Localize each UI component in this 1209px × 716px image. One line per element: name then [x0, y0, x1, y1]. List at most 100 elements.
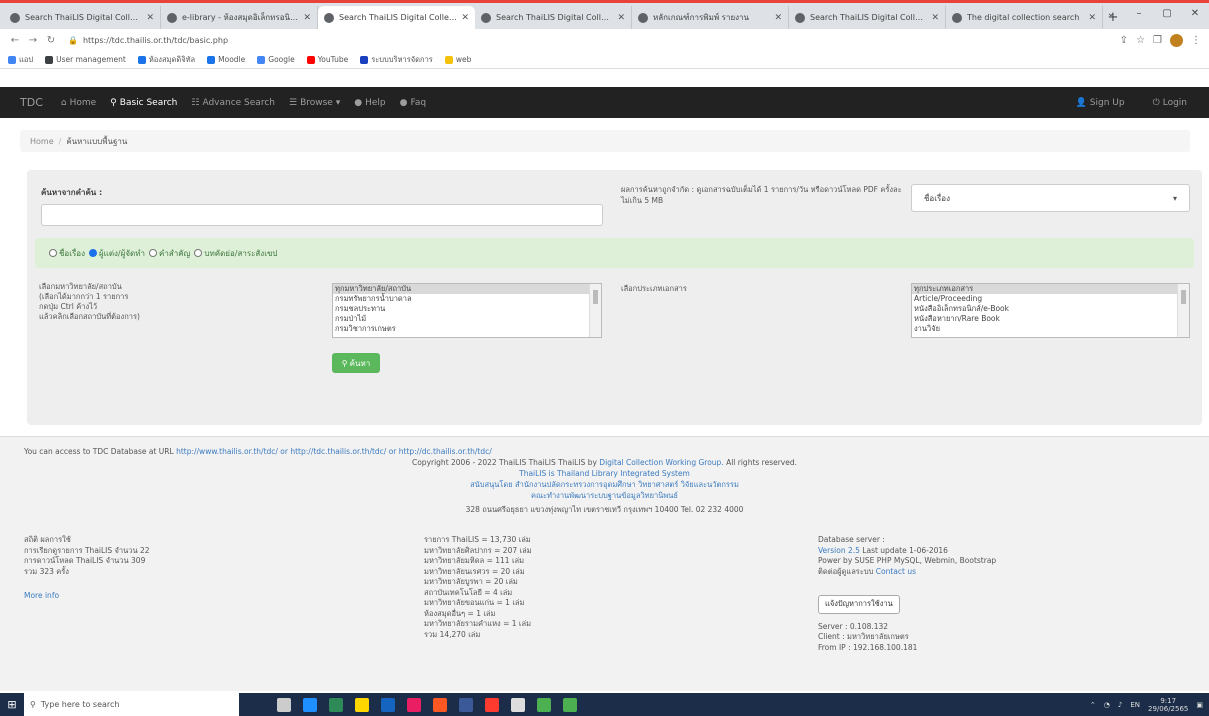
- listbox-option[interactable]: งานวิจัย: [912, 324, 1189, 334]
- browser-tab[interactable]: Search ThaiLIS Digital Collecti ✕: [789, 6, 946, 29]
- access-urls-link[interactable]: http://www.thailis.or.th/tdc/ or http://…: [176, 447, 492, 456]
- taskbar-app-icon[interactable]: [407, 697, 421, 712]
- nav-item[interactable]: ☰ Browse ▾: [289, 98, 340, 108]
- bookmark-item[interactable]: ระบบบริหารจัดการ: [360, 54, 433, 66]
- reload-icon[interactable]: ↻: [44, 35, 58, 46]
- listbox-option[interactable]: หนังสือหายาก/Rare Book: [912, 314, 1189, 324]
- radio-dot[interactable]: [148, 249, 157, 257]
- nav-item[interactable]: ⚲ Basic Search: [110, 98, 177, 108]
- taskbar-app-icon[interactable]: [537, 697, 551, 712]
- nav-item[interactable]: ● Faq: [400, 98, 426, 108]
- site-brand[interactable]: TDC: [20, 96, 43, 109]
- share-icon[interactable]: ⇪: [1120, 35, 1128, 46]
- tray-chevron-icon[interactable]: ⌃: [1090, 701, 1096, 709]
- radio-dot[interactable]: [88, 249, 97, 257]
- taskbar-search[interactable]: ⚲ Type here to search: [24, 693, 239, 716]
- browser-tab[interactable]: Search ThaiLIS Digital Collecti ✕: [475, 6, 632, 29]
- login-link[interactable]: ⏻ Login: [1153, 98, 1187, 108]
- browser-tab[interactable]: e-library - ห้องสมุดอิเล็กทรอนิกส์ ✕: [161, 6, 318, 29]
- report-problem-button[interactable]: แจ้งปัญหาการใช้งาน: [818, 595, 900, 614]
- listbox-option[interactable]: ทุกประเภทเอกสาร: [912, 284, 1189, 294]
- keyword-input[interactable]: [41, 204, 603, 226]
- nav-item[interactable]: ⌂ Home: [61, 98, 96, 108]
- listbox-scrollbar[interactable]: [1177, 284, 1189, 337]
- profile-avatar[interactable]: [1170, 33, 1183, 47]
- taskbar-app-icon[interactable]: [433, 697, 447, 712]
- star-icon[interactable]: ☆: [1136, 35, 1145, 46]
- listbox-option[interactable]: กรมทรัพยากรน้ำบาดาล: [333, 294, 601, 304]
- close-tab-icon[interactable]: ✕: [617, 13, 625, 23]
- windows-start-icon[interactable]: ⊞: [0, 693, 24, 716]
- search-field-radio[interactable]: คำสำคัญ: [148, 247, 190, 260]
- tab-search-button[interactable]: ⌄: [1097, 8, 1125, 19]
- more-info-link[interactable]: More info: [24, 591, 150, 602]
- notification-icon[interactable]: ▣: [1196, 701, 1203, 709]
- contact-link[interactable]: Contact us: [876, 567, 916, 576]
- back-icon[interactable]: ←: [8, 35, 22, 46]
- close-window-button[interactable]: ✕: [1181, 8, 1209, 19]
- search-field-radio[interactable]: ผู้แต่ง/ผู้จัดทำ: [88, 247, 145, 260]
- minimize-button[interactable]: –: [1125, 8, 1153, 19]
- close-tab-icon[interactable]: ✕: [1088, 13, 1096, 23]
- institution-listbox[interactable]: ทุกมหาวิทยาลัย/สถาบัน กรมทรัพยากรน้ำบาดาล…: [332, 283, 602, 338]
- copyright-link[interactable]: Digital Collection Working Group.: [599, 458, 723, 467]
- taskbar-app-icon[interactable]: [485, 697, 499, 712]
- language-indicator[interactable]: EN: [1130, 701, 1140, 709]
- radio-dot[interactable]: [194, 249, 203, 257]
- bookmark-item[interactable]: User management: [45, 55, 126, 64]
- browser-tab[interactable]: The digital collection search ✕: [946, 6, 1103, 29]
- org-link-1[interactable]: สนับสนุนโดย สำนักงานปลัดกระทรวงการอุดมศึ…: [470, 480, 739, 489]
- taskbar-app-icon[interactable]: [511, 697, 525, 712]
- close-tab-icon[interactable]: ✕: [146, 13, 154, 23]
- listbox-option[interactable]: กรมชลประทาน: [333, 304, 601, 314]
- bookmark-item[interactable]: แอป: [8, 54, 33, 66]
- system-link[interactable]: ThaiLIS is Thailand Library Integrated S…: [519, 469, 690, 478]
- close-tab-icon[interactable]: ✕: [303, 13, 311, 23]
- taskbar-app-icon[interactable]: [329, 697, 343, 712]
- taskbar-app-icon[interactable]: [563, 697, 577, 712]
- listbox-scrollbar[interactable]: [589, 284, 601, 337]
- nav-item[interactable]: ● Help: [354, 98, 385, 108]
- radio-dot[interactable]: [49, 249, 57, 257]
- search-field-radio[interactable]: บทคัดย่อ/สาระสังเขป: [194, 247, 277, 260]
- field-select[interactable]: ชื่อเรื่อง ▾: [911, 184, 1190, 212]
- org-link-2[interactable]: คณะทำงานพัฒนาระบบฐานข้อมูลวิทยานิพนธ์: [531, 491, 678, 500]
- forward-icon[interactable]: →: [26, 35, 40, 46]
- volume-icon[interactable]: ♪: [1118, 701, 1122, 709]
- listbox-option[interactable]: หนังสืออิเล็กทรอนิกส์/e-Book: [912, 304, 1189, 314]
- browser-tab[interactable]: หลักเกณฑ์การพิมพ์ รายงาน ✕: [632, 6, 789, 29]
- nav-item[interactable]: ☷ Advance Search: [191, 98, 275, 108]
- url-text[interactable]: https://tdc.thailis.or.th/tdc/basic.php: [83, 36, 228, 45]
- url-field[interactable]: 🔒 https://tdc.thailis.or.th/tdc/basic.ph…: [68, 32, 1110, 48]
- taskbar-app-icon[interactable]: [381, 697, 395, 712]
- browser-tab[interactable]: Search ThaiLIS Digital Collecti ✕: [4, 6, 161, 29]
- bookmark-item[interactable]: Google: [257, 55, 295, 64]
- doc-type-listbox[interactable]: ทุกประเภทเอกสาร Article/Proceeding หนังสือ…: [911, 283, 1190, 338]
- clock[interactable]: 9:17 29/06/2565: [1148, 697, 1188, 713]
- bookmark-item[interactable]: ห้องสมุดดิจิทัล: [137, 54, 195, 66]
- network-icon[interactable]: ◔: [1104, 701, 1110, 709]
- taskbar-app-icon[interactable]: [277, 697, 291, 712]
- bookmark-item[interactable]: web: [444, 55, 471, 64]
- extensions-icon[interactable]: ❐: [1153, 35, 1162, 46]
- bookmark-item[interactable]: YouTube: [306, 55, 348, 64]
- taskbar-app-icon[interactable]: [459, 697, 473, 712]
- sign-up-link[interactable]: 👤 Sign Up: [1076, 98, 1125, 108]
- listbox-option[interactable]: กรมป่าไม้: [333, 314, 601, 324]
- browser-tab[interactable]: Search ThaiLIS Digital Collecti ✕: [318, 6, 475, 29]
- listbox-option[interactable]: กรมวิชาการเกษตร: [333, 324, 601, 334]
- search-button[interactable]: ⚲ ค้นหา: [332, 353, 380, 373]
- close-tab-icon[interactable]: ✕: [461, 13, 469, 23]
- db-version-link[interactable]: Version 2.5: [818, 546, 860, 555]
- taskbar-app-icon[interactable]: [355, 697, 369, 712]
- search-field-radio[interactable]: ชื่อเรื่อง: [49, 247, 85, 260]
- maximize-button[interactable]: ▢: [1153, 8, 1181, 19]
- menu-kebab-icon[interactable]: ⋮: [1191, 35, 1201, 46]
- bookmark-item[interactable]: Moodle: [207, 55, 245, 64]
- taskbar-app-icon[interactable]: [303, 697, 317, 712]
- listbox-option[interactable]: ทุกมหาวิทยาลัย/สถาบัน: [333, 284, 601, 294]
- breadcrumb-home[interactable]: Home: [30, 137, 54, 146]
- close-tab-icon[interactable]: ✕: [931, 13, 939, 23]
- close-tab-icon[interactable]: ✕: [774, 13, 782, 23]
- listbox-option[interactable]: Article/Proceeding: [912, 294, 1189, 304]
